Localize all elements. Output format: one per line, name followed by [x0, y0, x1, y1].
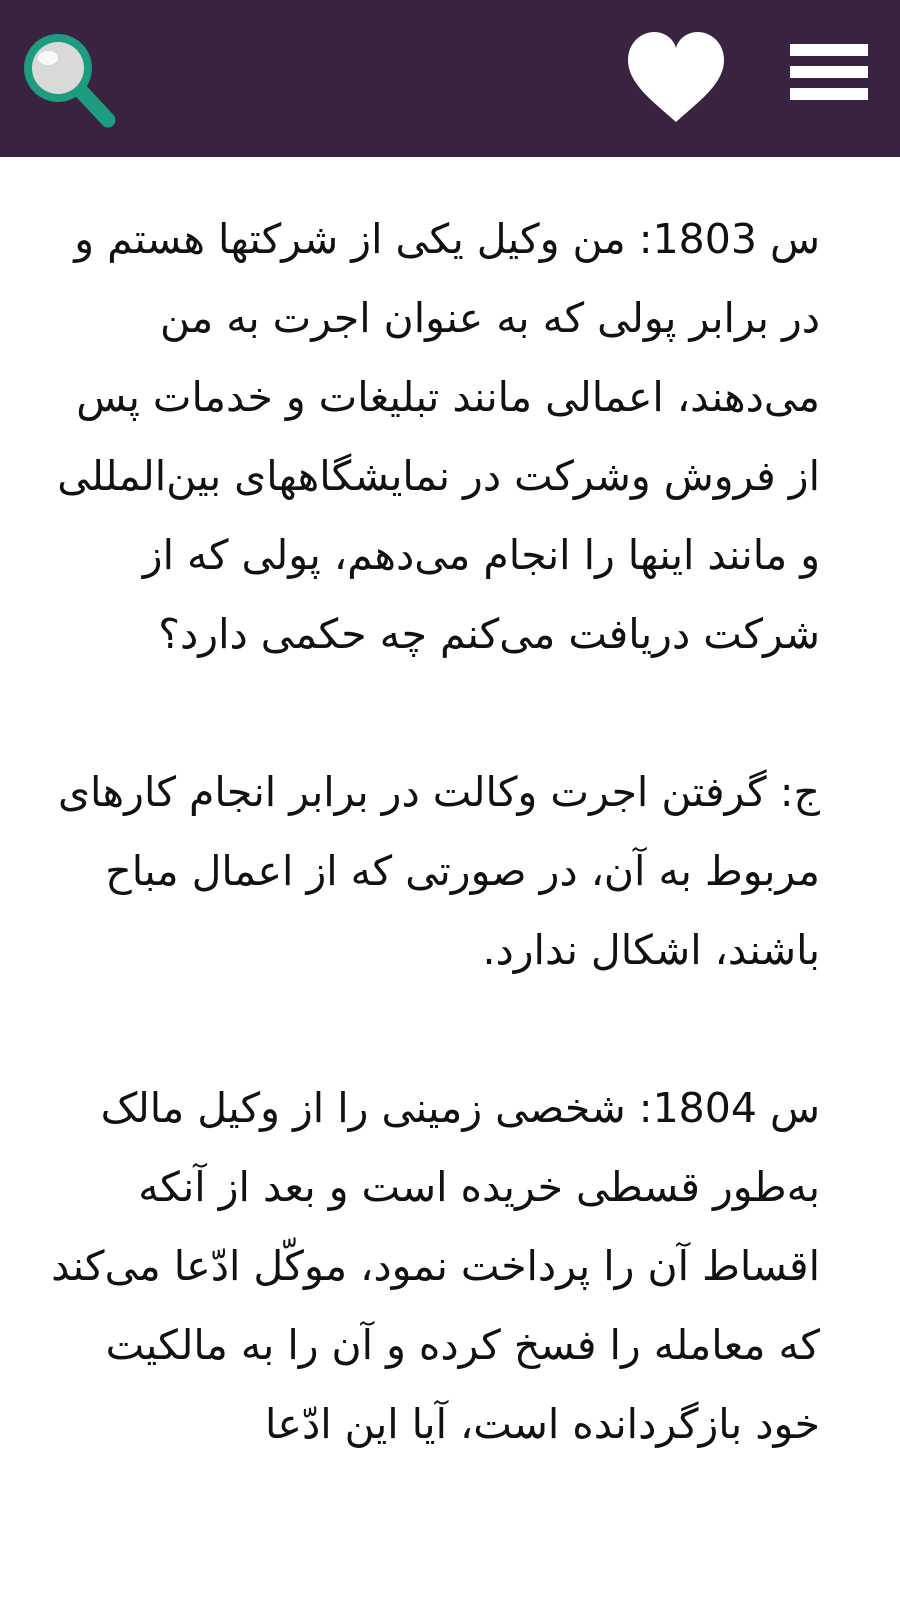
heart-icon [628, 32, 724, 122]
answer-1803: ج: گرفتن اجرت وکالت در برابر انجام کارها… [57, 768, 820, 974]
search-icon [24, 34, 116, 128]
menu-button[interactable] [788, 40, 870, 106]
question-1804: س 1804: شخصی زمینی را از وکیل مالک به‌طو… [51, 1084, 820, 1448]
top-app-bar [0, 0, 900, 157]
search-button[interactable] [16, 24, 118, 128]
article-body: س 1803: من وکیل یکی از شرکتها هستم و در … [50, 200, 820, 1590]
favorite-button[interactable] [624, 28, 728, 128]
menu-icon [790, 44, 868, 100]
question-1803: س 1803: من وکیل یکی از شرکتها هستم و در … [57, 215, 820, 658]
